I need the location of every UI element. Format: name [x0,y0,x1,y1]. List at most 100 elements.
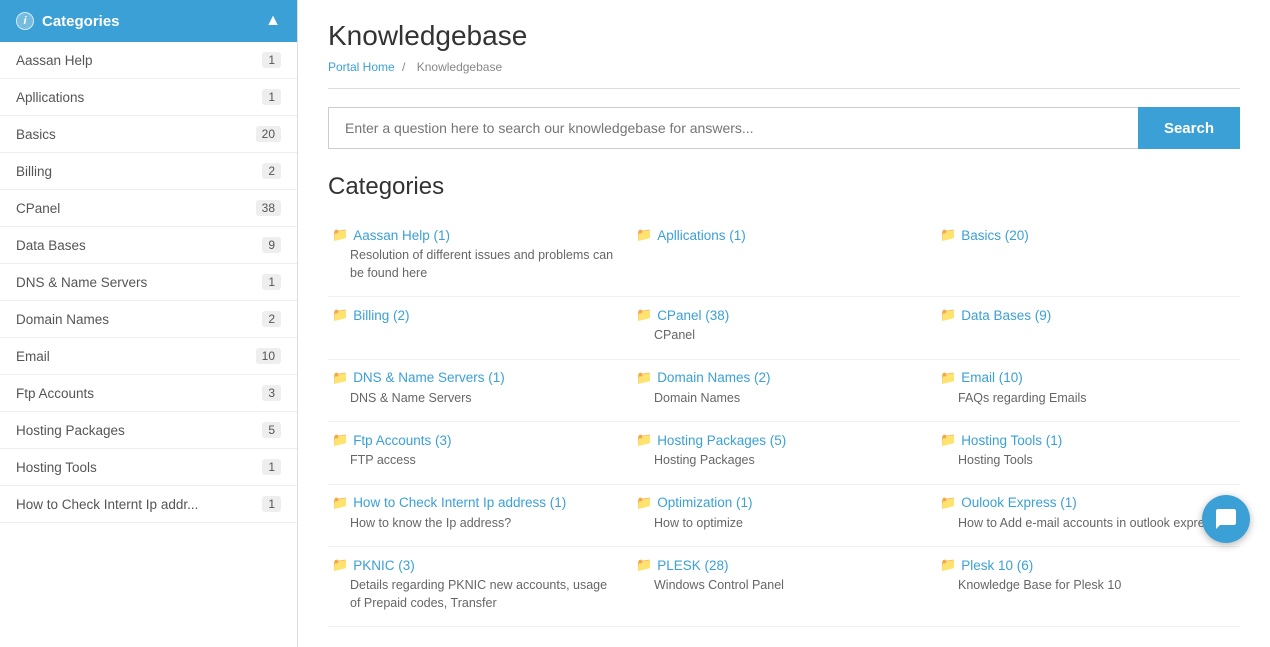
category-link[interactable]: 📁 Hosting Packages (5) [636,432,924,448]
category-name: Hosting Packages (5) [657,433,786,448]
sidebar-items-container: Aassan Help 1Apllications 1Basics 20Bill… [0,42,297,523]
category-cell: 📁 Hosting Packages (5) Hosting Packages [632,422,936,485]
sidebar-item-count: 9 [262,237,281,253]
category-desc: FTP access [350,452,620,470]
breadcrumb: Portal Home / Knowledgebase [328,60,1240,89]
folder-icon: 📁 [332,227,348,243]
folder-icon: 📁 [636,495,652,511]
category-name: Aassan Help (1) [353,228,450,243]
search-bar: Search [328,107,1240,149]
category-link[interactable]: 📁 Optimization (1) [636,495,924,511]
category-link[interactable]: 📁 Ftp Accounts (3) [332,432,620,448]
sidebar-item-label: Hosting Tools [16,460,97,475]
category-cell: 📁 Email (10) FAQs regarding Emails [936,360,1240,423]
category-desc: Hosting Packages [654,452,924,470]
category-name: DNS & Name Servers (1) [353,370,505,385]
breadcrumb-separator: / [402,60,409,74]
breadcrumb-home[interactable]: Portal Home [328,60,395,74]
category-link[interactable]: 📁 Oulook Express (1) [940,495,1228,511]
sidebar-item-label: CPanel [16,201,60,216]
sidebar-item-label: Apllications [16,90,84,105]
category-name: Optimization (1) [657,495,752,510]
folder-icon: 📁 [940,370,956,386]
folder-icon: 📁 [940,227,956,243]
sidebar-item[interactable]: Domain Names 2 [0,301,297,338]
sidebar-header-left: i Categories [16,12,120,30]
category-name: Ftp Accounts (3) [353,433,451,448]
sidebar-item[interactable]: Hosting Packages 5 [0,412,297,449]
category-cell: 📁 Optimization (1) How to optimize [632,485,936,548]
category-link[interactable]: 📁 How to Check Internt Ip address (1) [332,495,620,511]
sidebar-item[interactable]: Email 10 [0,338,297,375]
category-link[interactable]: 📁 Domain Names (2) [636,370,924,386]
category-name: CPanel (38) [657,308,729,323]
sidebar-item[interactable]: Hosting Tools 1 [0,449,297,486]
sidebar-item-label: Data Bases [16,238,86,253]
folder-icon: 📁 [636,307,652,323]
category-cell: 📁 Billing (2) [328,297,632,360]
sidebar-item[interactable]: How to Check Internt Ip addr... 1 [0,486,297,523]
category-link[interactable]: 📁 Plesk 10 (6) [940,557,1228,573]
category-desc: DNS & Name Servers [350,390,620,408]
sidebar-item-label: Domain Names [16,312,109,327]
category-link[interactable]: 📁 CPanel (38) [636,307,924,323]
sidebar-item-count: 1 [262,496,281,512]
sidebar-item[interactable]: Aassan Help 1 [0,42,297,79]
sidebar-item[interactable]: Ftp Accounts 3 [0,375,297,412]
category-link[interactable]: 📁 Apllications (1) [636,227,924,243]
folder-icon: 📁 [332,557,348,573]
sidebar-item[interactable]: Apllications 1 [0,79,297,116]
sidebar-item-count: 3 [262,385,281,401]
category-cell: 📁 Oulook Express (1) How to Add e-mail a… [936,485,1240,548]
category-name: How to Check Internt Ip address (1) [353,495,566,510]
folder-icon: 📁 [636,432,652,448]
sidebar-item-label: Billing [16,164,52,179]
category-link[interactable]: 📁 Billing (2) [332,307,620,323]
category-name: Apllications (1) [657,228,746,243]
category-cell: 📁 Domain Names (2) Domain Names [632,360,936,423]
search-button[interactable]: Search [1138,107,1240,149]
sidebar-item[interactable]: DNS & Name Servers 1 [0,264,297,301]
sidebar-item-count: 1 [262,52,281,68]
category-name: PLESK (28) [657,558,728,573]
sidebar-item-label: Basics [16,127,56,142]
category-desc: Knowledge Base for Plesk 10 [958,577,1228,595]
category-name: Plesk 10 (6) [961,558,1033,573]
category-name: Domain Names (2) [657,370,770,385]
sidebar-item-count: 1 [262,459,281,475]
chat-button[interactable] [1202,495,1250,543]
category-cell: 📁 Plesk 10 (6) Knowledge Base for Plesk … [936,547,1240,627]
category-link[interactable]: 📁 PLESK (28) [636,557,924,573]
category-link[interactable]: 📁 Aassan Help (1) [332,227,620,243]
category-link[interactable]: 📁 Hosting Tools (1) [940,432,1228,448]
sidebar-item-count: 5 [262,422,281,438]
sidebar-item[interactable]: Basics 20 [0,116,297,153]
folder-icon: 📁 [636,227,652,243]
category-cell: 📁 Hosting Tools (1) Hosting Tools [936,422,1240,485]
sidebar-header: i Categories ▲ [0,0,297,42]
category-cell: 📁 Data Bases (9) [936,297,1240,360]
category-name: Data Bases (9) [961,308,1051,323]
chevron-up-icon: ▲ [265,12,281,30]
category-link[interactable]: 📁 DNS & Name Servers (1) [332,370,620,386]
info-icon: i [16,12,34,30]
category-link[interactable]: 📁 Data Bases (9) [940,307,1228,323]
category-desc: CPanel [654,327,924,345]
category-cell: 📁 Ftp Accounts (3) FTP access [328,422,632,485]
category-link[interactable]: 📁 Basics (20) [940,227,1228,243]
category-desc: How to know the Ip address? [350,515,620,533]
category-link[interactable]: 📁 PKNIC (3) [332,557,620,573]
sidebar-item-count: 10 [256,348,281,364]
sidebar-item[interactable]: Billing 2 [0,153,297,190]
sidebar-item[interactable]: CPanel 38 [0,190,297,227]
sidebar-item[interactable]: Data Bases 9 [0,227,297,264]
sidebar-item-count: 1 [262,274,281,290]
category-cell: 📁 Basics (20) [936,217,1240,297]
chat-icon [1214,507,1238,531]
folder-icon: 📁 [332,432,348,448]
category-cell: 📁 Apllications (1) [632,217,936,297]
sidebar-item-label: Ftp Accounts [16,386,94,401]
category-link[interactable]: 📁 Email (10) [940,370,1228,386]
folder-icon: 📁 [940,432,956,448]
search-input[interactable] [328,107,1138,149]
